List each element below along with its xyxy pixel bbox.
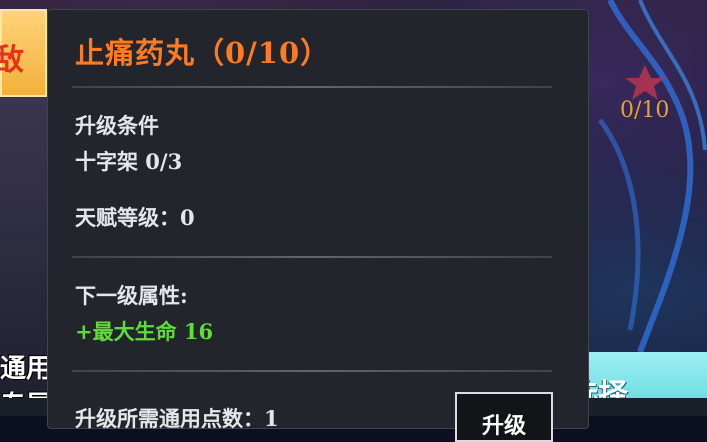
talent-progress-text: 0/10	[620, 98, 670, 123]
divider	[72, 86, 552, 88]
left-label-general[interactable]: 通用	[0, 348, 52, 385]
talent-level: 天赋等级：0	[75, 205, 195, 230]
left-tab-label: 敌	[0, 43, 24, 78]
next-level-attribute: +最大生命 16	[75, 319, 214, 344]
left-tab-button[interactable]: 敌	[0, 9, 47, 97]
condition-heading: 升级条件	[75, 113, 159, 138]
condition-item: 十字架 0/3	[75, 149, 183, 174]
talent-title: 止痛药丸（0/10）	[75, 36, 331, 70]
divider	[72, 256, 552, 258]
talent-tooltip: 止痛药丸（0/10） 升级条件 十字架 0/3 天赋等级：0 下一级属性: +最…	[47, 9, 589, 442]
upgrade-button[interactable]: 升级	[455, 392, 553, 442]
next-level-heading: 下一级属性:	[75, 283, 188, 308]
upgrade-cost: 升级所需通用点数：1	[75, 406, 279, 431]
divider	[72, 370, 552, 372]
